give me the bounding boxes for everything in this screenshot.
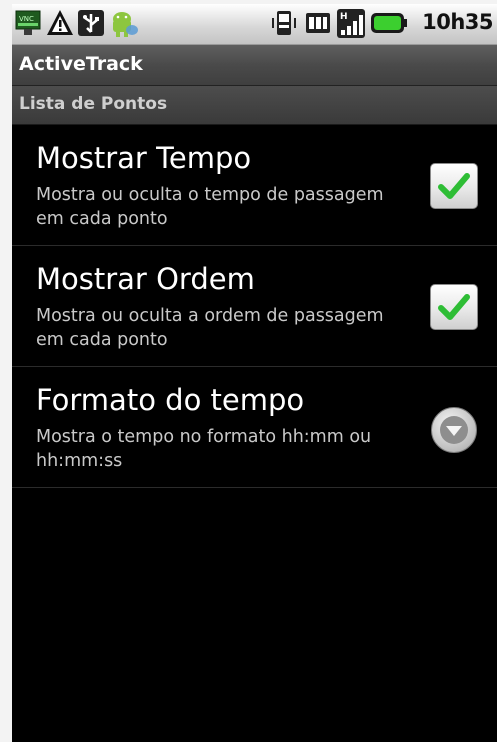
status-bar: VNC H 10h35 [12,4,497,45]
svg-text:VNC: VNC [19,15,34,23]
preference-title: Mostrar Tempo [36,141,252,175]
app-title: ActiveTrack [19,53,143,75]
preference-summary: Mostra o tempo no formato hh:mm ou hh:mm… [36,427,372,471]
preference-formato-do-tempo[interactable]: Formato do tempo Mostra o tempo no forma… [12,367,497,488]
vnc-icon: VNC [14,8,44,42]
preference-summary: Mostra ou oculta o tempo de passagem em … [36,185,384,229]
android-debug-icon [108,8,140,44]
vibrate-icon [269,8,299,42]
warning-icon [45,8,75,42]
usb-icon [76,8,106,42]
battery-icon [370,11,408,39]
chevron-down-icon [440,416,468,444]
preference-mostrar-tempo[interactable]: Mostrar Tempo Mostra ou oculta o tempo d… [12,125,497,246]
mostrar-tempo-checkbox[interactable] [430,163,478,209]
status-time: 10h35 [422,10,493,34]
checkmark-icon [438,173,470,199]
app-title-bar: ActiveTrack [12,45,497,86]
phone-screen: VNC H 10h35 ActiveTrack Lista de Pontos … [12,4,497,742]
sd-card-icon [303,8,333,42]
signal-icon: H [336,8,366,44]
preference-title: Mostrar Ordem [36,262,255,296]
preference-mostrar-ordem[interactable]: Mostrar Ordem Mostra ou oculta a ordem d… [12,246,497,367]
svg-text:H: H [340,12,348,22]
preference-category-header: Lista de Pontos [12,86,497,125]
mostrar-ordem-checkbox[interactable] [430,284,478,330]
preference-title: Formato do tempo [36,383,305,417]
checkmark-icon [438,294,470,320]
category-label: Lista de Pontos [19,94,168,114]
preference-summary: Mostra ou oculta a ordem de passagem em … [36,306,384,350]
formato-dropdown-button[interactable] [431,407,477,453]
